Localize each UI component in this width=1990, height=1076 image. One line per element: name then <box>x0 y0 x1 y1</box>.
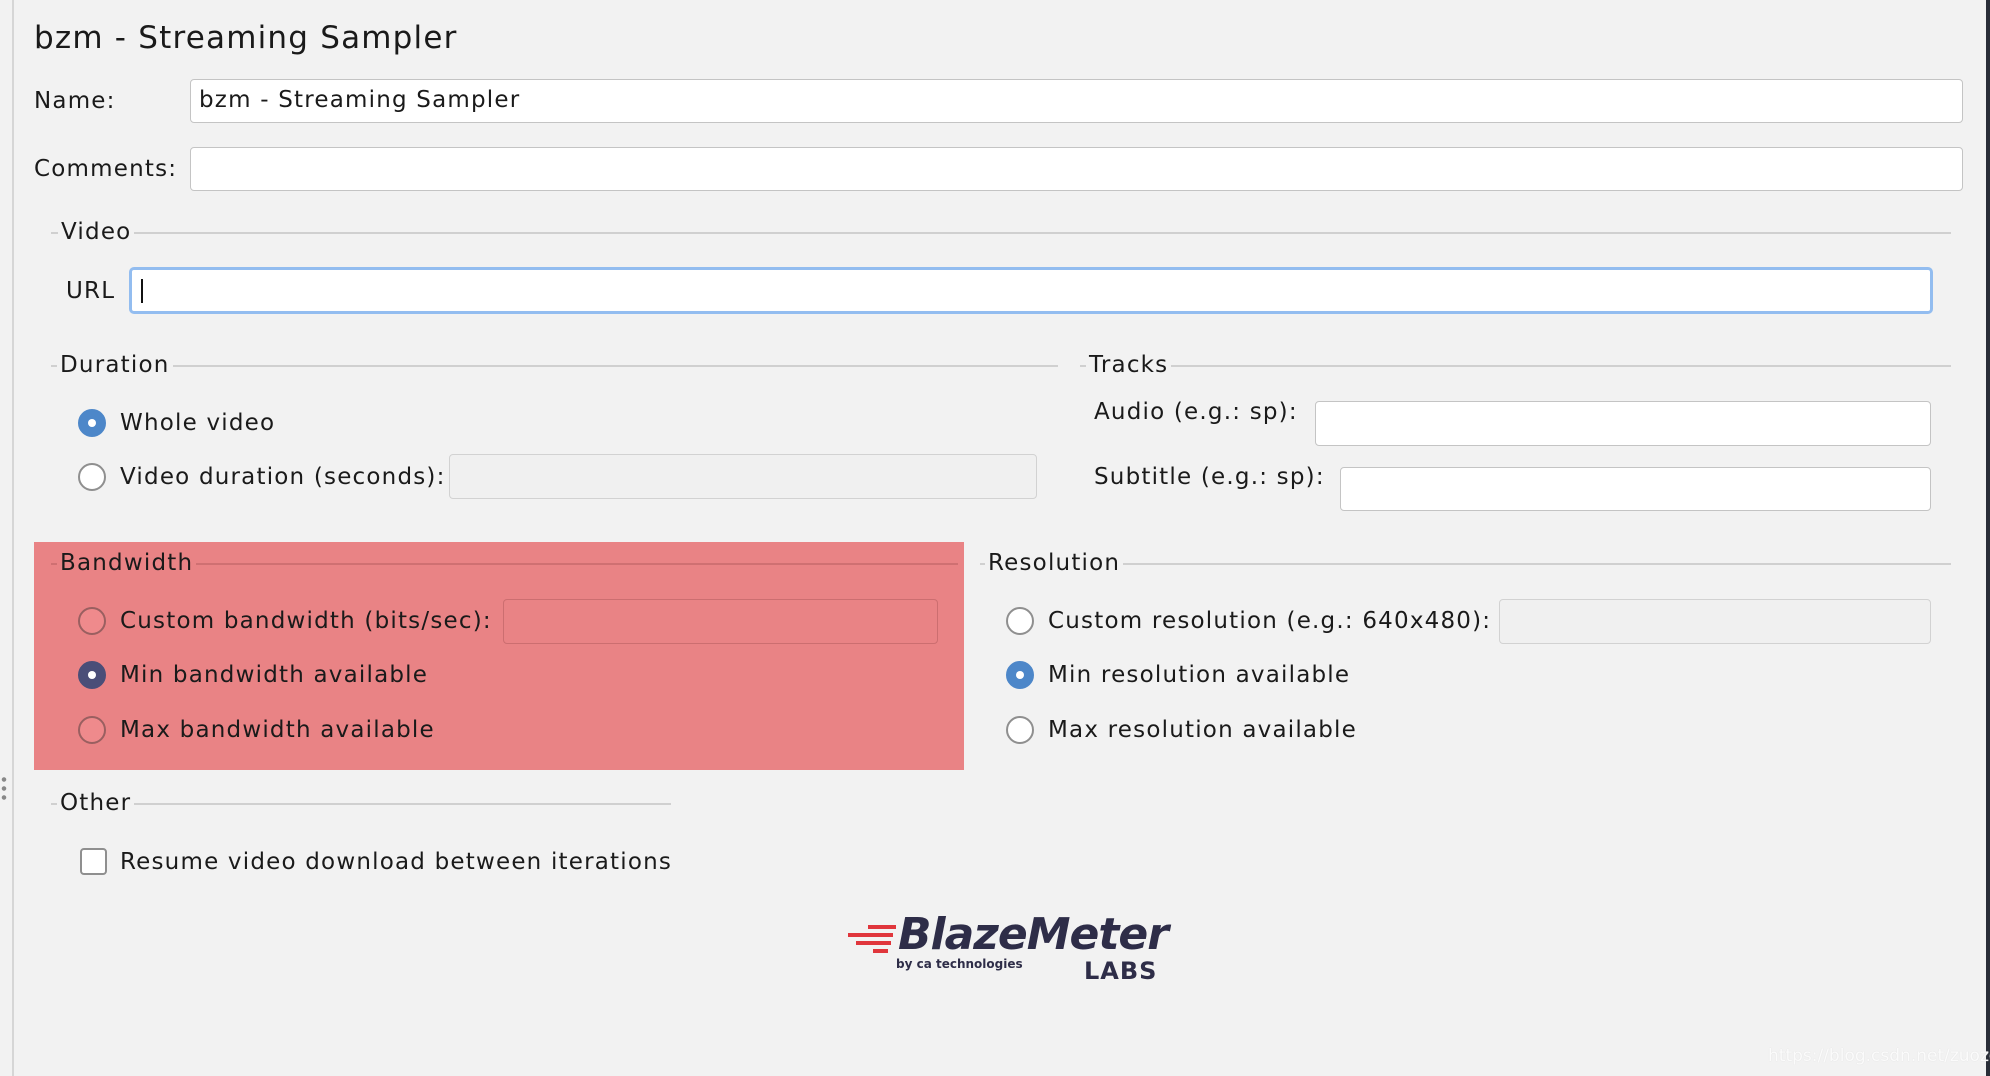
video-divider <box>51 232 1951 234</box>
comments-input[interactable] <box>190 147 1963 191</box>
custom-resolution-input[interactable] <box>1499 599 1931 644</box>
audio-label: Audio (e.g.: sp): <box>1094 399 1298 425</box>
min-resolution-radio[interactable] <box>1006 661 1034 689</box>
max-bandwidth-radio[interactable] <box>78 716 106 744</box>
bandwidth-legend: Bandwidth <box>57 549 197 577</box>
video-duration-label[interactable]: Video duration (seconds): <box>120 463 446 491</box>
url-input[interactable] <box>129 267 1933 314</box>
logo-byline: by ca technologies <box>896 957 1023 971</box>
splitter-handle[interactable] <box>1 775 7 801</box>
resume-label[interactable]: Resume video download between iterations <box>120 848 672 876</box>
comments-label: Comments: <box>34 156 178 182</box>
url-label: URL <box>66 278 116 304</box>
name-label: Name: <box>34 88 116 114</box>
custom-resolution-radio[interactable] <box>1006 607 1034 635</box>
other-legend: Other <box>57 789 135 817</box>
left-border <box>12 0 14 1076</box>
logo-labs: LABS <box>1084 957 1158 985</box>
max-bandwidth-label[interactable]: Max bandwidth available <box>120 716 435 744</box>
max-resolution-radio[interactable] <box>1006 716 1034 744</box>
video-duration-radio[interactable] <box>78 463 106 491</box>
page-title: bzm - Streaming Sampler <box>34 20 458 56</box>
audio-input[interactable] <box>1315 401 1931 446</box>
resolution-divider <box>980 563 1951 565</box>
other-divider <box>51 803 671 805</box>
custom-resolution-label[interactable]: Custom resolution (e.g.: 640x480): <box>1048 607 1491 635</box>
blazemeter-logo: BlazeMeter by ca technologies LABS <box>848 909 1169 995</box>
resume-checkbox[interactable] <box>80 848 107 875</box>
logo-brand: BlazeMeter <box>898 909 1169 960</box>
min-bandwidth-label[interactable]: Min bandwidth available <box>120 661 428 689</box>
bandwidth-panel: Bandwidth Custom bandwidth (bits/sec): M… <box>34 542 964 770</box>
right-edge <box>1986 0 1990 1076</box>
watermark: https://blog.csdn.net/zuozewei <box>1768 1046 1990 1066</box>
name-input[interactable]: bzm - Streaming Sampler <box>190 79 1963 123</box>
speed-lines-icon <box>848 925 898 955</box>
subtitle-input[interactable] <box>1340 467 1931 511</box>
min-resolution-label[interactable]: Min resolution available <box>1048 661 1350 689</box>
duration-divider <box>51 365 1058 367</box>
text-caret <box>141 279 143 303</box>
video-legend: Video <box>58 218 135 246</box>
custom-bandwidth-label[interactable]: Custom bandwidth (bits/sec): <box>120 607 492 635</box>
tracks-legend: Tracks <box>1086 351 1172 379</box>
max-resolution-label[interactable]: Max resolution available <box>1048 716 1357 744</box>
custom-bandwidth-input[interactable] <box>503 599 938 644</box>
custom-bandwidth-radio[interactable] <box>78 607 106 635</box>
tracks-divider <box>1080 365 1951 367</box>
video-duration-input[interactable] <box>449 454 1037 499</box>
resolution-legend: Resolution <box>985 549 1124 577</box>
subtitle-label: Subtitle (e.g.: sp): <box>1094 464 1325 490</box>
min-bandwidth-radio[interactable] <box>78 661 106 689</box>
whole-video-radio[interactable] <box>78 409 106 437</box>
duration-legend: Duration <box>57 351 173 379</box>
whole-video-label[interactable]: Whole video <box>120 409 275 437</box>
